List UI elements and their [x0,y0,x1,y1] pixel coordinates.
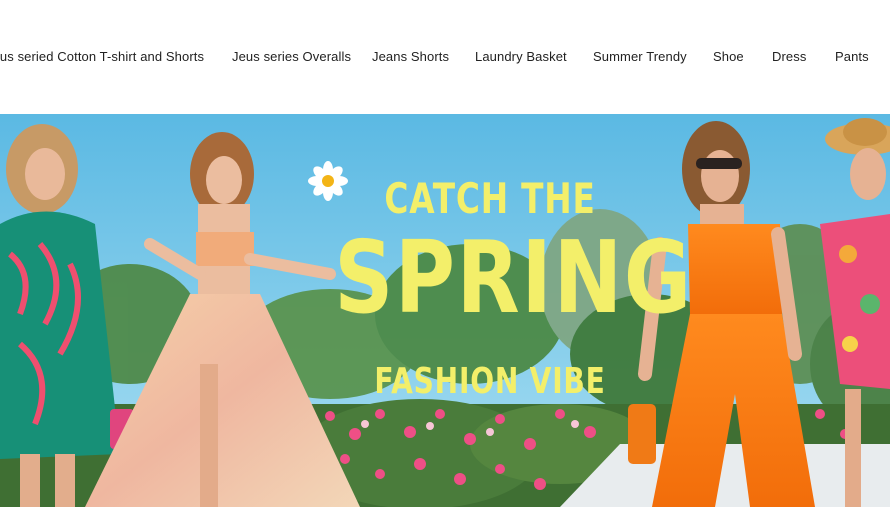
nav-item-overalls[interactable]: Jeus series Overalls [232,49,351,64]
banner-line-fashion-vibe: FASHION VIBE [374,361,606,402]
nav-item-cotton-tshirt-shorts[interactable]: Jeus seried Cotton T-shirt and Shorts [0,49,204,64]
nav-item-shoe[interactable]: Shoe [713,49,744,64]
nav-item-laundry-basket[interactable]: Laundry Basket [475,49,567,64]
hero-banner[interactable]: CATCH THE SPRING FASHION VIBE [0,114,890,507]
nav-item-dress[interactable]: Dress [772,49,806,64]
category-nav: Jeus seried Cotton T-shirt and Shorts Je… [0,0,890,114]
page-bottom-strip [0,507,890,530]
banner-line-catch: CATCH THE [384,174,596,223]
nav-item-summer-trendy[interactable]: Summer Trendy [593,49,687,64]
nav-item-pants[interactable]: Pants [835,49,869,64]
nav-item-jeans-shorts[interactable]: Jeans Shorts [372,49,449,64]
banner-line-spring: SPRING [334,219,693,336]
